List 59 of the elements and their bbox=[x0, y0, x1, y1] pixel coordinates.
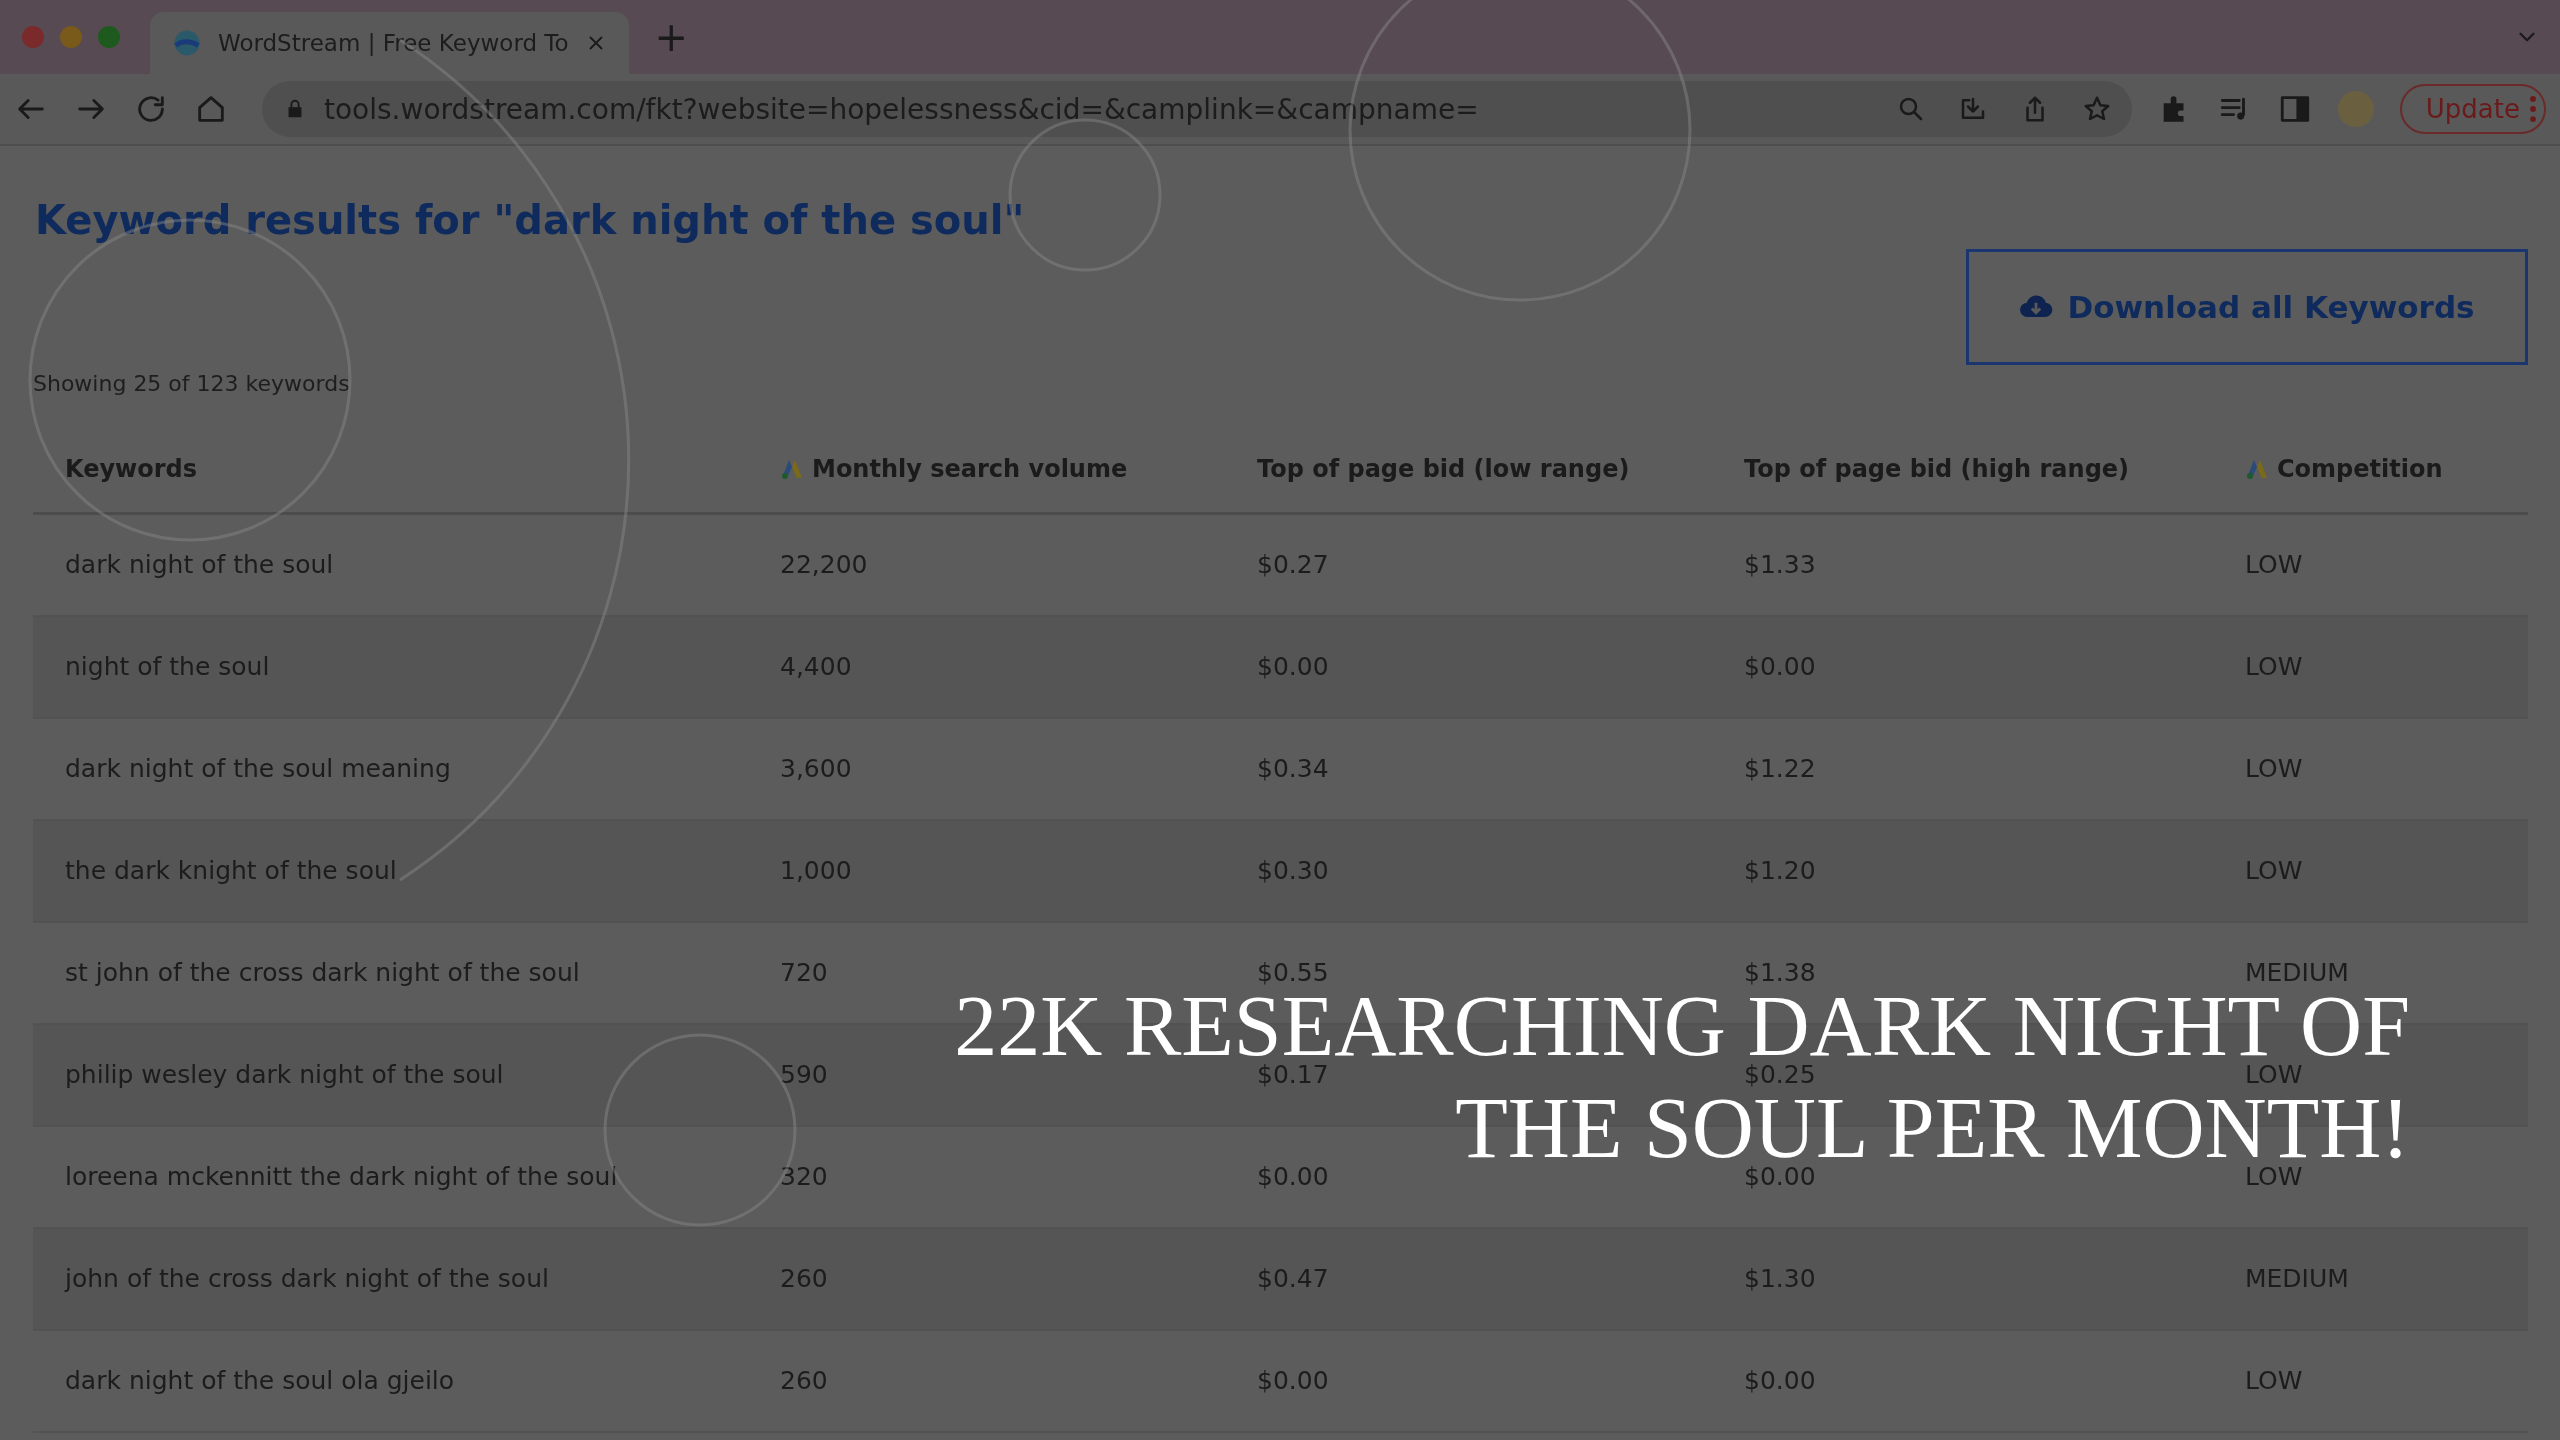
table-cell-text: LOW bbox=[2245, 652, 2304, 682]
table-cell-text: LOW bbox=[2245, 550, 2304, 580]
table-cell-text: MEDIUM bbox=[2245, 1264, 2350, 1294]
column-header: Top of page bid (high range) bbox=[1744, 454, 2130, 483]
page-title: Keyword results for "dark night of the soul" bbox=[35, 196, 1025, 245]
table-cell-text: $0.00 bbox=[1257, 652, 1330, 682]
tab-title: WordStream | Free Keyword To bbox=[218, 30, 569, 56]
keyword-count: Showing 25 of 123 keywords bbox=[33, 370, 351, 398]
table-cell-text: dark night of the soul meaning bbox=[64, 754, 452, 784]
column-header: Competition bbox=[2277, 454, 2443, 483]
table-cell-text: $1.30 bbox=[1744, 1264, 1817, 1294]
table-cell-text: $0.55 bbox=[1257, 958, 1330, 988]
table-cell-text: $0.00 bbox=[1257, 1162, 1330, 1192]
table-cell-text: philip wesley dark night of the soul bbox=[64, 1060, 505, 1090]
column-header: Top of page bid (low range) bbox=[1257, 454, 1630, 483]
download-button[interactable]: Download all Keywords bbox=[1966, 249, 2528, 365]
browser-tab[interactable]: WordStream | Free Keyword To bbox=[150, 12, 629, 74]
table-cell-text: $0.00 bbox=[1744, 1366, 1817, 1396]
table-cell-text: 590 bbox=[780, 1060, 829, 1090]
table-cell-text: LOW bbox=[2245, 1162, 2304, 1192]
new-tab-button[interactable]: + bbox=[644, 17, 699, 57]
update-button[interactable]: Update bbox=[2399, 84, 2546, 134]
table-cell-text: 4,400 bbox=[780, 652, 853, 682]
table-cell-text: dark night of the soul bbox=[64, 550, 335, 580]
table-cell-text: $1.22 bbox=[1744, 754, 1817, 784]
table-cell-text: $0.27 bbox=[1257, 550, 1330, 580]
table-cell-text: LOW bbox=[2245, 754, 2304, 784]
table-cell-text: MEDIUM bbox=[2245, 958, 2350, 988]
table-cell-text: $0.00 bbox=[1744, 1162, 1817, 1192]
table-cell-text: 260 bbox=[780, 1366, 829, 1396]
table-cell-text: LOW bbox=[2245, 856, 2304, 886]
column-header: Keywords bbox=[65, 454, 198, 483]
table-cell-text: 320 bbox=[780, 1162, 829, 1192]
table-cell-text: st john of the cross dark night of the soul bbox=[64, 958, 581, 988]
table-cell-text: $0.47 bbox=[1257, 1264, 1330, 1294]
table-cell-text: loreena mckennitt the dark night of the soul bbox=[64, 1162, 619, 1192]
table-cell-text: $0.00 bbox=[1744, 652, 1817, 682]
table-cell-text: LOW bbox=[2245, 1060, 2304, 1090]
table-cell-text: $0.25 bbox=[1744, 1060, 1817, 1090]
table-cell-text: john of the cross dark night of the soul bbox=[63, 1264, 550, 1294]
table-cell-text: $1.38 bbox=[1744, 958, 1817, 988]
table-cell-text: LOW bbox=[2245, 1366, 2304, 1396]
table-cell-text: $0.00 bbox=[1257, 1366, 1330, 1396]
table-cell-text: the dark knight of the soul bbox=[64, 856, 398, 886]
overlay-caption: THE SOUL PER MONTH! bbox=[1455, 1095, 2410, 1161]
table-cell-text: 720 bbox=[780, 958, 829, 988]
table-cell-text: night of the soul bbox=[64, 652, 271, 682]
table-cell-text: $0.30 bbox=[1257, 856, 1330, 886]
table-cell-text: $1.33 bbox=[1744, 550, 1817, 580]
table-cell-text: $0.34 bbox=[1257, 754, 1330, 784]
column-header: Monthly search volume bbox=[812, 454, 1128, 483]
table-cell-text: 22,200 bbox=[780, 550, 869, 580]
table-cell-text: dark night of the soul ola gjeilo bbox=[64, 1366, 456, 1396]
table-cell-text: 3,600 bbox=[780, 754, 853, 784]
table-cell-text: $0.17 bbox=[1257, 1060, 1330, 1090]
overlay-caption: 22K RESEARCHING DARK NIGHT OF bbox=[954, 993, 2410, 1059]
table-cell-text: 1,000 bbox=[780, 856, 853, 886]
table-cell-text: $1.20 bbox=[1744, 856, 1817, 886]
table-cell-text: 260 bbox=[780, 1264, 829, 1294]
